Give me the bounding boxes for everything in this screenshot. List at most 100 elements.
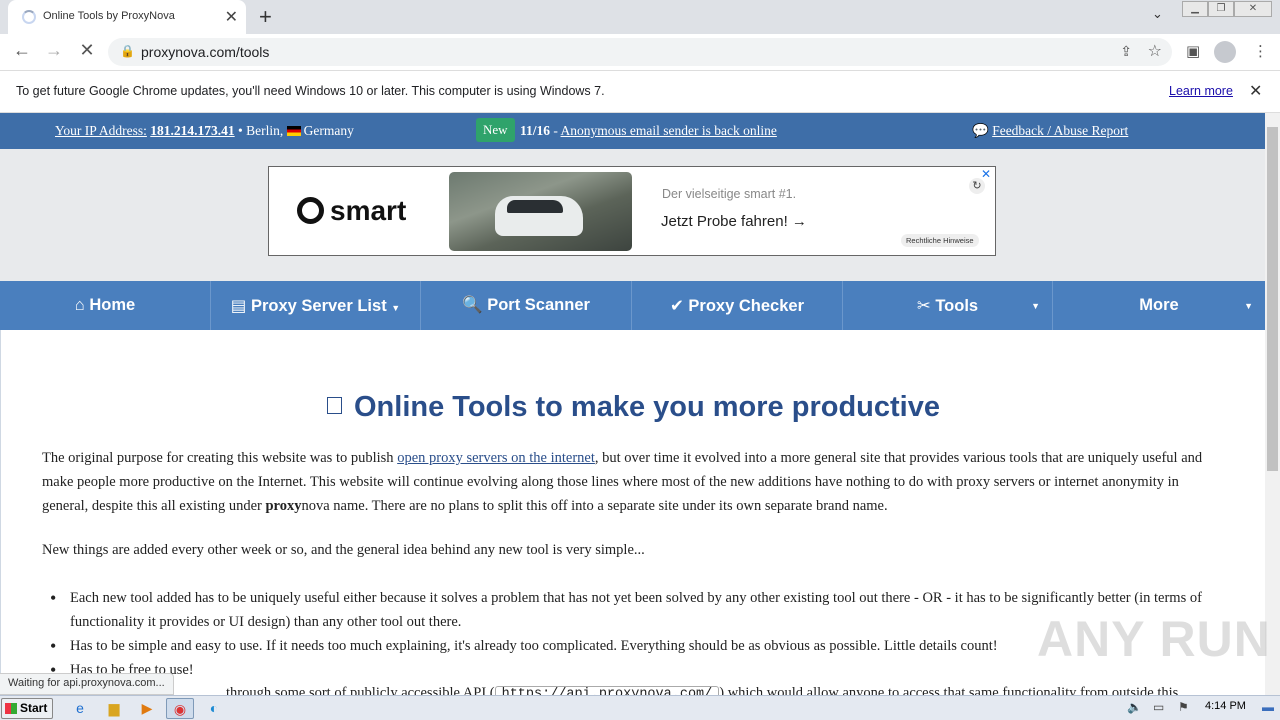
stop-icon[interactable]: ✕	[75, 40, 99, 61]
location-city: • Berlin,	[238, 123, 284, 138]
ip-address-link[interactable]: Your IP Address: 181.214.173.41 • Berlin…	[55, 123, 354, 139]
missing-glyph-icon	[326, 397, 342, 414]
check-icon: ✔	[670, 297, 684, 315]
open-proxy-servers-link[interactable]: open proxy servers on the internet	[397, 450, 595, 466]
feedback-link[interactable]: 💬 Feedback / Abuse Report	[972, 123, 1128, 139]
url-text[interactable]: proxynova.com/tools	[141, 44, 269, 60]
intro-brand-bold: proxy	[265, 498, 302, 514]
tab-title: Online Tools by ProxyNova	[43, 10, 175, 22]
ip-info-bar: Your IP Address: 181.214.173.41 • Berlin…	[0, 113, 1265, 149]
action-center-flag-icon[interactable]: ⚑	[1178, 700, 1189, 714]
start-label[interactable]: Start	[20, 701, 47, 715]
nav-tools-label[interactable]: Tools	[935, 297, 978, 315]
infobar-message: To get future Google Chrome updates, you…	[16, 84, 605, 98]
main-nav: ⌂ Home ▤ Proxy Server List ▼ 🔍 Port Scan…	[0, 281, 1265, 330]
new-tab-icon[interactable]: +	[259, 4, 272, 30]
chrome-taskbar-icon[interactable]: ◉	[166, 698, 194, 719]
caret-down-icon: ▼	[391, 303, 401, 313]
caret-down-icon: ▼	[1244, 301, 1253, 311]
nav-port-scanner-label[interactable]: Port Scanner	[487, 296, 590, 314]
side-panel-icon[interactable]: ▣	[1186, 42, 1200, 60]
car-image[interactable]	[449, 172, 632, 251]
ad-tagline: Der vielseitige smart #1.	[662, 187, 797, 201]
search-icon: 🔍	[462, 296, 483, 314]
show-desktop-icon[interactable]: ▬	[1262, 700, 1274, 714]
start-button[interactable]: Start	[1, 698, 53, 719]
page-scrollbar[interactable]	[1265, 113, 1280, 695]
file-explorer-icon[interactable]: ▆	[100, 698, 128, 719]
internet-explorer-icon[interactable]: e	[66, 698, 94, 719]
anyrun-watermark: ANY RUN	[1037, 611, 1271, 667]
home-icon: ⌂	[74, 296, 85, 314]
media-player-icon[interactable]: ▶	[133, 698, 161, 719]
nav-more[interactable]: More ▼	[1053, 281, 1265, 330]
share-icon[interactable]: ⇪	[1120, 43, 1132, 60]
partial-list-item: through some sort of publicly accessible…	[226, 685, 1178, 695]
nav-more-label[interactable]: More	[1139, 296, 1178, 314]
bookmark-star-icon[interactable]: ☆	[1148, 41, 1162, 61]
loading-spinner-icon	[22, 10, 36, 24]
second-paragraph: New things are added every other week or…	[42, 542, 645, 558]
nav-home-label[interactable]: Home	[89, 296, 135, 314]
learn-more-link[interactable]: Learn more	[1169, 84, 1233, 98]
page-title: Online Tools to make you more productive	[1, 391, 1265, 424]
nav-proxy-server-list[interactable]: ▤ Proxy Server List ▼	[211, 281, 421, 330]
page-title-text: Online Tools to make you more productive	[353, 391, 940, 423]
ad-legal-notice[interactable]: Rechtliche Hinweise	[901, 234, 979, 247]
news-date: 11/16	[520, 123, 551, 138]
back-icon[interactable]: ←	[10, 40, 34, 61]
tab-search-chevron-icon[interactable]: ⌄	[1152, 6, 1163, 22]
tools-icon: ✂	[916, 297, 931, 315]
web-page: Your IP Address: 181.214.173.41 • Berlin…	[0, 113, 1265, 695]
minimize-icon[interactable]: ▁	[1182, 1, 1208, 17]
infobar-close-icon[interactable]: ✕	[1249, 81, 1262, 101]
tab-close-icon[interactable]: ✕	[225, 7, 238, 27]
lock-icon[interactable]: 🔒	[120, 44, 135, 58]
ad-brand: smart	[330, 195, 407, 226]
smart-ad-banner[interactable]: smart Der vielseitige smart #1. Jetzt Pr…	[268, 166, 996, 256]
menu-dots-icon[interactable]: ⋮	[1253, 42, 1268, 60]
partial-text-b: ) which would allow anyone to access tha…	[719, 685, 1179, 695]
api-url-code: https://api.proxynova.com/	[494, 686, 720, 695]
new-badge: New	[476, 118, 515, 142]
intro-text-c: nova name. There are no plans to split t…	[301, 498, 888, 514]
nav-proxy-checker-label[interactable]: Proxy Checker	[688, 297, 804, 315]
news-link[interactable]: Anonymous email sender is back online	[561, 123, 777, 138]
restore-icon[interactable]: ❐	[1208, 1, 1234, 17]
address-bar[interactable]: 🔒 proxynova.com/tools ⇪ ☆	[108, 38, 1172, 66]
ad-replay-icon[interactable]: ↻	[969, 178, 985, 194]
germany-flag-icon	[286, 126, 301, 136]
nav-home[interactable]: ⌂ Home	[0, 281, 211, 330]
windows-taskbar: Start e ▆ ▶ ◉ ◐ 🔈 ▭ ⚑ 4:14 PM ▬	[0, 695, 1280, 720]
nav-port-scanner[interactable]: 🔍 Port Scanner	[421, 281, 632, 330]
nav-tools[interactable]: ✂ Tools ▼	[843, 281, 1053, 330]
forward-icon[interactable]: →	[42, 40, 66, 61]
windows-logo-icon	[5, 703, 17, 714]
nav-proxy-checker[interactable]: ✔ Proxy Checker	[632, 281, 843, 330]
profile-avatar-icon[interactable]	[1214, 41, 1236, 63]
ad-cta[interactable]: Jetzt Probe fahren! →	[661, 213, 807, 230]
smart-logo-icon	[297, 197, 324, 224]
intro-paragraph: The original purpose for creating this w…	[42, 446, 1222, 518]
news-dash: -	[553, 123, 558, 138]
active-tab[interactable]: Online Tools by ProxyNova ✕	[8, 0, 246, 34]
feedback-label[interactable]: Feedback / Abuse Report	[992, 123, 1128, 138]
ip-value[interactable]: 181.214.173.41	[150, 123, 234, 138]
network-icon[interactable]: ▭	[1153, 700, 1164, 714]
scrollbar-thumb[interactable]	[1267, 127, 1278, 471]
ad-close-icon[interactable]: ✕	[981, 167, 991, 181]
volume-icon[interactable]: 🔈	[1127, 700, 1142, 714]
list-icon: ▤	[230, 297, 247, 315]
tab-strip: Online Tools by ProxyNova ✕ + ⌄ ▁ ❐ ✕	[0, 0, 1280, 34]
browser-toolbar: ← → ✕ 🔒 proxynova.com/tools ⇪ ☆ ▣ ⋮	[0, 34, 1280, 71]
clock[interactable]: 4:14 PM	[1205, 700, 1246, 712]
caret-down-icon: ▼	[1031, 301, 1040, 311]
edge-icon[interactable]: ◐	[200, 698, 228, 719]
window-close-icon[interactable]: ✕	[1234, 1, 1272, 17]
ip-label[interactable]: Your IP Address:	[55, 123, 147, 138]
smart-logo: smart	[297, 195, 406, 227]
location-country: Germany	[303, 123, 354, 138]
nav-proxy-list-label[interactable]: Proxy Server List	[251, 297, 387, 315]
intro-text-a: The original purpose for creating this w…	[42, 450, 398, 466]
chat-bubble-icon: 💬	[972, 123, 989, 138]
